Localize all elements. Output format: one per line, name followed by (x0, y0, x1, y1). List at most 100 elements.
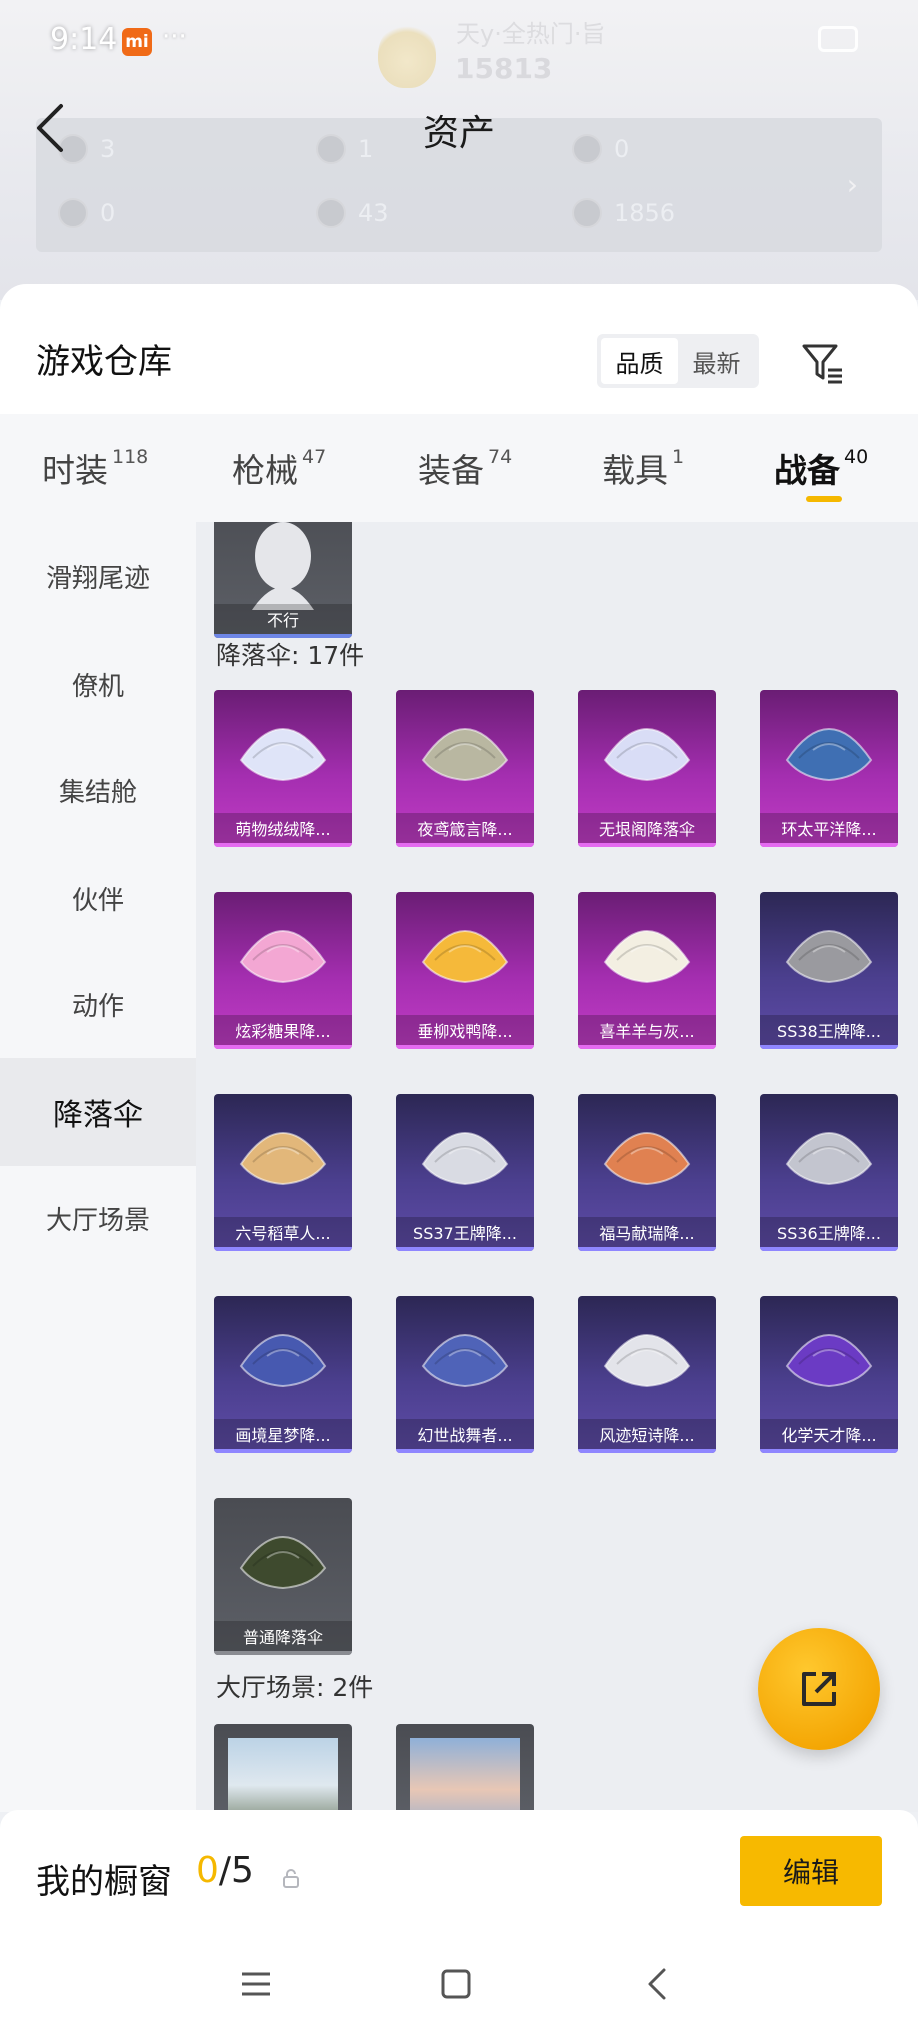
parachute-card[interactable]: SS36王牌降... (760, 1094, 898, 1251)
tab-label: 载具 (602, 451, 668, 490)
parachute-card[interactable]: 六号稻草人... (214, 1094, 352, 1251)
item-grid: 不行 降落伞: 17件 萌物绒绒降... 夜鸢箴言降... 无垠阁降落伞 环太平洋降.… (196, 522, 918, 1812)
parachute-name: 炫彩糖果降... (214, 1015, 352, 1045)
parachute-name: 画境星梦降... (214, 1419, 352, 1449)
parachute-image (214, 1498, 352, 1626)
parachute-icon (239, 930, 327, 984)
back-nav-icon[interactable] (638, 1964, 678, 2004)
parachute-icon (785, 1334, 873, 1388)
parachute-name: SS38王牌降... (760, 1015, 898, 1045)
parachute-card[interactable]: 福马献瑞降... (578, 1094, 716, 1251)
tab-vehicles[interactable]: 载具 1 (602, 444, 684, 492)
rarity-bar (760, 843, 898, 847)
rarity-bar (396, 1449, 534, 1453)
tab-label: 战备 (774, 451, 840, 490)
battery-icon (818, 26, 858, 52)
sort-quality-button[interactable]: 品质 (601, 338, 678, 384)
rarity-bar (760, 1247, 898, 1251)
edit-button[interactable]: 编辑 (740, 1836, 882, 1906)
parachute-card[interactable]: 无垠阁降落伞 (578, 690, 716, 847)
tab-equipment[interactable]: 装备 74 (418, 444, 512, 492)
tab-weapons[interactable]: 枪械 47 (232, 444, 326, 492)
rarity-bar (396, 1045, 534, 1049)
parachute-card[interactable]: SS37王牌降... (396, 1094, 534, 1251)
parachute-image (578, 1094, 716, 1222)
parachute-image (760, 690, 898, 818)
menu-icon[interactable] (236, 1964, 276, 2004)
asset-value: 1856 (614, 199, 676, 227)
parachute-icon (239, 728, 327, 782)
parachute-card[interactable]: 萌物绒绒降... (214, 690, 352, 847)
parachute-name: 无垠阁降落伞 (578, 813, 716, 843)
category-tabs: 时装 118 枪械 47 装备 74 载具 1 战备 40 (0, 414, 918, 522)
parachute-image (760, 1296, 898, 1424)
home-icon[interactable] (436, 1964, 476, 2004)
parachute-image (396, 690, 534, 818)
sidebar-item-emote[interactable]: 动作 (0, 950, 196, 1058)
parachute-name: 六号稻草人... (214, 1217, 352, 1247)
parachute-image (214, 1296, 352, 1424)
rarity-bar (214, 1247, 352, 1251)
showcase-count: 0/5 (196, 1850, 254, 1891)
parachute-image (396, 1094, 534, 1222)
parachute-name: 萌物绒绒降... (214, 813, 352, 843)
asset-item: 43 (316, 198, 389, 228)
lobby-scene-section-title: 大厅场景: 2件 (216, 1673, 374, 1702)
parachute-card[interactable]: 喜羊羊与灰... (578, 892, 716, 1049)
chevron-right-icon: › (846, 168, 858, 201)
sort-toggle: 品质 最新 (597, 334, 759, 388)
parachute-card[interactable]: 垂柳戏鸭降... (396, 892, 534, 1049)
parachute-image (760, 892, 898, 1020)
parachute-image (578, 1296, 716, 1424)
parachute-card[interactable]: 环太平洋降... (760, 690, 898, 847)
parachute-image (214, 892, 352, 1020)
card-icon (58, 198, 88, 228)
parachute-card[interactable]: SS38王牌降... (760, 892, 898, 1049)
system-nav-bar (0, 1930, 918, 2040)
item-card[interactable]: 不行 (214, 522, 352, 638)
tab-count: 1 (672, 446, 685, 468)
item-name: 不行 (214, 604, 352, 634)
parachute-card[interactable]: 幻世战舞者... (396, 1296, 534, 1453)
sidebar-item-wingman[interactable]: 僚机 (0, 630, 196, 738)
asset-value: 43 (358, 199, 389, 227)
parachute-card[interactable]: 普通降落伞 (214, 1498, 352, 1655)
parachute-card[interactable]: 画境星梦降... (214, 1296, 352, 1453)
sidebar-item-lobby-scene[interactable]: 大厅场景 (0, 1164, 196, 1272)
parachute-name: 风迹短诗降... (578, 1419, 716, 1449)
filter-icon[interactable] (800, 340, 846, 386)
parachute-icon (421, 728, 509, 782)
scene-image (410, 1738, 520, 1812)
tab-fashion[interactable]: 时装 118 (42, 444, 148, 492)
tab-battle-gear[interactable]: 战备 40 (774, 444, 868, 492)
share-button[interactable] (758, 1628, 880, 1750)
parachute-icon (785, 728, 873, 782)
scene-image (228, 1738, 338, 1812)
rarity-bar (214, 843, 352, 847)
parachute-name: 普通降落伞 (214, 1621, 352, 1651)
lobby-scene-card[interactable] (396, 1724, 534, 1812)
status-time: 9:14 (50, 22, 118, 57)
parachute-card[interactable]: 化学天才降... (760, 1296, 898, 1453)
parachute-name: 夜鸢箴言降... (396, 813, 534, 843)
page-title: 资产 (422, 113, 495, 154)
parachute-image (214, 1094, 352, 1222)
item-image (214, 522, 352, 610)
parachute-name: 福马献瑞降... (578, 1217, 716, 1247)
parachute-icon (239, 1536, 327, 1590)
asset-item: 0 (58, 198, 115, 228)
sidebar-item-parachute[interactable]: 降落伞 (0, 1058, 196, 1166)
parachute-name: SS37王牌降... (396, 1217, 534, 1247)
top-area: 9:14 mi ··· 天y·全热门·旨 15813 3 1 0 0 43 18… (0, 0, 918, 300)
rarity-bar (214, 1651, 352, 1655)
parachute-card[interactable]: 炫彩糖果降... (214, 892, 352, 1049)
sidebar-item-assembly-pod[interactable]: 集结舱 (0, 736, 196, 844)
parachute-card[interactable]: 风迹短诗降... (578, 1296, 716, 1453)
sidebar-item-glide-trail[interactable]: 滑翔尾迹 (0, 522, 196, 630)
lobby-scene-card[interactable] (214, 1724, 352, 1812)
parachute-name: 幻世战舞者... (396, 1419, 534, 1449)
parachute-icon (603, 930, 691, 984)
parachute-card[interactable]: 夜鸢箴言降... (396, 690, 534, 847)
sort-newest-button[interactable]: 最新 (678, 338, 755, 384)
sidebar-item-companion[interactable]: 伙伴 (0, 844, 196, 952)
